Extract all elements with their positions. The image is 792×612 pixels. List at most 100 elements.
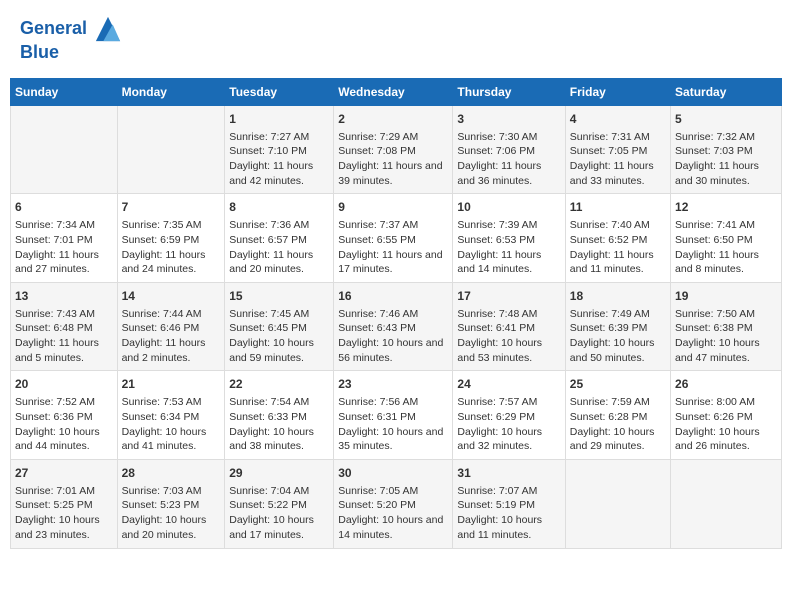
day-number: 13: [15, 288, 113, 305]
calendar-cell: 12Sunrise: 7:41 AMSunset: 6:50 PMDayligh…: [671, 194, 782, 283]
day-number: 7: [122, 199, 221, 216]
calendar-row: 27 Sunrise: 7:01 AMSunset: 5:25 PMDayligh…: [11, 459, 782, 548]
day-info: Sunrise: 7:05 AMSunset: 5:20 PMDaylight:…: [338, 484, 448, 543]
day-info: Sunrise: 7:30 AMSunset: 7:06 PMDaylight:…: [457, 130, 560, 189]
calendar-cell: 23 Sunrise: 7:56 AMSunset: 6:31 PMDayligh…: [334, 371, 453, 460]
day-number: 19: [675, 288, 777, 305]
calendar-cell: 22Sunrise: 7:54 AMSunset: 6:33 PMDayligh…: [225, 371, 334, 460]
calendar-cell: [565, 459, 670, 548]
calendar-cell: 4 Sunrise: 7:31 AMSunset: 7:05 PMDaylight…: [565, 105, 670, 194]
day-info: Sunrise: 7:37 AMSunset: 6:55 PMDaylight:…: [338, 218, 448, 277]
day-number: 27: [15, 465, 113, 482]
calendar-cell: 6Sunrise: 7:34 AMSunset: 7:01 PMDaylight…: [11, 194, 118, 283]
day-number: 20: [15, 376, 113, 393]
day-info: Sunrise: 7:39 AMSunset: 6:53 PMDaylight:…: [457, 218, 560, 277]
weekday-header-wednesday: Wednesday: [334, 78, 453, 105]
day-info: Sunrise: 7:01 AMSunset: 5:25 PMDaylight:…: [15, 484, 113, 543]
weekday-header-sunday: Sunday: [11, 78, 118, 105]
day-info: Sunrise: 7:45 AMSunset: 6:45 PMDaylight:…: [229, 307, 329, 366]
logo-blue-text: Blue: [20, 43, 122, 63]
calendar-cell: 10 Sunrise: 7:39 AMSunset: 6:53 PMDayligh…: [453, 194, 565, 283]
calendar-cell: 30 Sunrise: 7:05 AMSunset: 5:20 PMDayligh…: [334, 459, 453, 548]
calendar-cell: 3 Sunrise: 7:30 AMSunset: 7:06 PMDaylight…: [453, 105, 565, 194]
weekday-header-row: SundayMondayTuesdayWednesdayThursdayFrid…: [11, 78, 782, 105]
day-number: 9: [338, 199, 448, 216]
calendar-cell: 28 Sunrise: 7:03 AMSunset: 5:23 PMDayligh…: [117, 459, 225, 548]
day-number: 11: [570, 199, 666, 216]
day-number: 10: [457, 199, 560, 216]
weekday-header-tuesday: Tuesday: [225, 78, 334, 105]
day-info: Sunrise: 7:43 AMSunset: 6:48 PMDaylight:…: [15, 307, 113, 366]
calendar-cell: 24 Sunrise: 7:57 AMSunset: 6:29 PMDayligh…: [453, 371, 565, 460]
day-info: Sunrise: 7:31 AMSunset: 7:05 PMDaylight:…: [570, 130, 666, 189]
day-info: Sunrise: 7:03 AMSunset: 5:23 PMDaylight:…: [122, 484, 221, 543]
calendar-row: 6Sunrise: 7:34 AMSunset: 7:01 PMDaylight…: [11, 194, 782, 283]
calendar-cell: 14 Sunrise: 7:44 AMSunset: 6:46 PMDayligh…: [117, 282, 225, 371]
day-number: 30: [338, 465, 448, 482]
calendar-cell: 7 Sunrise: 7:35 AMSunset: 6:59 PMDaylight…: [117, 194, 225, 283]
calendar-cell: 20 Sunrise: 7:52 AMSunset: 6:36 PMDayligh…: [11, 371, 118, 460]
logo: General Blue: [20, 15, 122, 63]
day-number: 14: [122, 288, 221, 305]
day-number: 5: [675, 111, 777, 128]
calendar-cell: [117, 105, 225, 194]
day-number: 21: [122, 376, 221, 393]
day-info: Sunrise: 7:44 AMSunset: 6:46 PMDaylight:…: [122, 307, 221, 366]
day-info: Sunrise: 7:52 AMSunset: 6:36 PMDaylight:…: [15, 395, 113, 454]
weekday-header-monday: Monday: [117, 78, 225, 105]
day-number: 1: [229, 111, 329, 128]
calendar-cell: 18 Sunrise: 7:49 AMSunset: 6:39 PMDayligh…: [565, 282, 670, 371]
day-info: Sunrise: 7:53 AMSunset: 6:34 PMDaylight:…: [122, 395, 221, 454]
day-number: 23: [338, 376, 448, 393]
calendar-cell: 25Sunrise: 7:59 AMSunset: 6:28 PMDayligh…: [565, 371, 670, 460]
day-number: 26: [675, 376, 777, 393]
day-info: Sunrise: 7:40 AMSunset: 6:52 PMDaylight:…: [570, 218, 666, 277]
day-info: Sunrise: 7:57 AMSunset: 6:29 PMDaylight:…: [457, 395, 560, 454]
day-number: 24: [457, 376, 560, 393]
day-info: Sunrise: 7:56 AMSunset: 6:31 PMDaylight:…: [338, 395, 448, 454]
calendar-cell: 1 Sunrise: 7:27 AMSunset: 7:10 PMDaylight…: [225, 105, 334, 194]
day-number: 28: [122, 465, 221, 482]
day-number: 31: [457, 465, 560, 482]
weekday-header-saturday: Saturday: [671, 78, 782, 105]
page-header: General Blue: [10, 10, 782, 68]
calendar-cell: 29 Sunrise: 7:04 AMSunset: 5:22 PMDayligh…: [225, 459, 334, 548]
calendar-cell: 8Sunrise: 7:36 AMSunset: 6:57 PMDaylight…: [225, 194, 334, 283]
day-info: Sunrise: 7:27 AMSunset: 7:10 PMDaylight:…: [229, 130, 329, 189]
day-number: 4: [570, 111, 666, 128]
calendar-cell: 5Sunrise: 7:32 AMSunset: 7:03 PMDaylight…: [671, 105, 782, 194]
day-info: Sunrise: 7:54 AMSunset: 6:33 PMDaylight:…: [229, 395, 329, 454]
day-info: Sunrise: 8:00 AMSunset: 6:26 PMDaylight:…: [675, 395, 777, 454]
calendar-cell: 15 Sunrise: 7:45 AMSunset: 6:45 PMDayligh…: [225, 282, 334, 371]
day-number: 17: [457, 288, 560, 305]
day-number: 16: [338, 288, 448, 305]
calendar-cell: 21 Sunrise: 7:53 AMSunset: 6:34 PMDayligh…: [117, 371, 225, 460]
day-info: Sunrise: 7:48 AMSunset: 6:41 PMDaylight:…: [457, 307, 560, 366]
weekday-header-thursday: Thursday: [453, 78, 565, 105]
day-number: 15: [229, 288, 329, 305]
calendar-cell: 16 Sunrise: 7:46 AMSunset: 6:43 PMDayligh…: [334, 282, 453, 371]
day-number: 29: [229, 465, 329, 482]
calendar-cell: 19Sunrise: 7:50 AMSunset: 6:38 PMDayligh…: [671, 282, 782, 371]
day-info: Sunrise: 7:49 AMSunset: 6:39 PMDaylight:…: [570, 307, 666, 366]
weekday-header-friday: Friday: [565, 78, 670, 105]
calendar-cell: 31 Sunrise: 7:07 AMSunset: 5:19 PMDayligh…: [453, 459, 565, 548]
calendar-cell: 27 Sunrise: 7:01 AMSunset: 5:25 PMDayligh…: [11, 459, 118, 548]
calendar-cell: [11, 105, 118, 194]
day-info: Sunrise: 7:35 AMSunset: 6:59 PMDaylight:…: [122, 218, 221, 277]
calendar-cell: 17 Sunrise: 7:48 AMSunset: 6:41 PMDayligh…: [453, 282, 565, 371]
calendar-row: 20 Sunrise: 7:52 AMSunset: 6:36 PMDayligh…: [11, 371, 782, 460]
day-info: Sunrise: 7:46 AMSunset: 6:43 PMDaylight:…: [338, 307, 448, 366]
day-number: 3: [457, 111, 560, 128]
calendar-row: 13 Sunrise: 7:43 AMSunset: 6:48 PMDayligh…: [11, 282, 782, 371]
day-info: Sunrise: 7:41 AMSunset: 6:50 PMDaylight:…: [675, 218, 777, 277]
day-info: Sunrise: 7:07 AMSunset: 5:19 PMDaylight:…: [457, 484, 560, 543]
calendar-cell: 26 Sunrise: 8:00 AMSunset: 6:26 PMDayligh…: [671, 371, 782, 460]
calendar-cell: 11 Sunrise: 7:40 AMSunset: 6:52 PMDayligh…: [565, 194, 670, 283]
day-info: Sunrise: 7:29 AMSunset: 7:08 PMDaylight:…: [338, 130, 448, 189]
logo-text: General: [20, 15, 122, 43]
day-info: Sunrise: 7:04 AMSunset: 5:22 PMDaylight:…: [229, 484, 329, 543]
day-number: 18: [570, 288, 666, 305]
day-info: Sunrise: 7:59 AMSunset: 6:28 PMDaylight:…: [570, 395, 666, 454]
day-number: 8: [229, 199, 329, 216]
